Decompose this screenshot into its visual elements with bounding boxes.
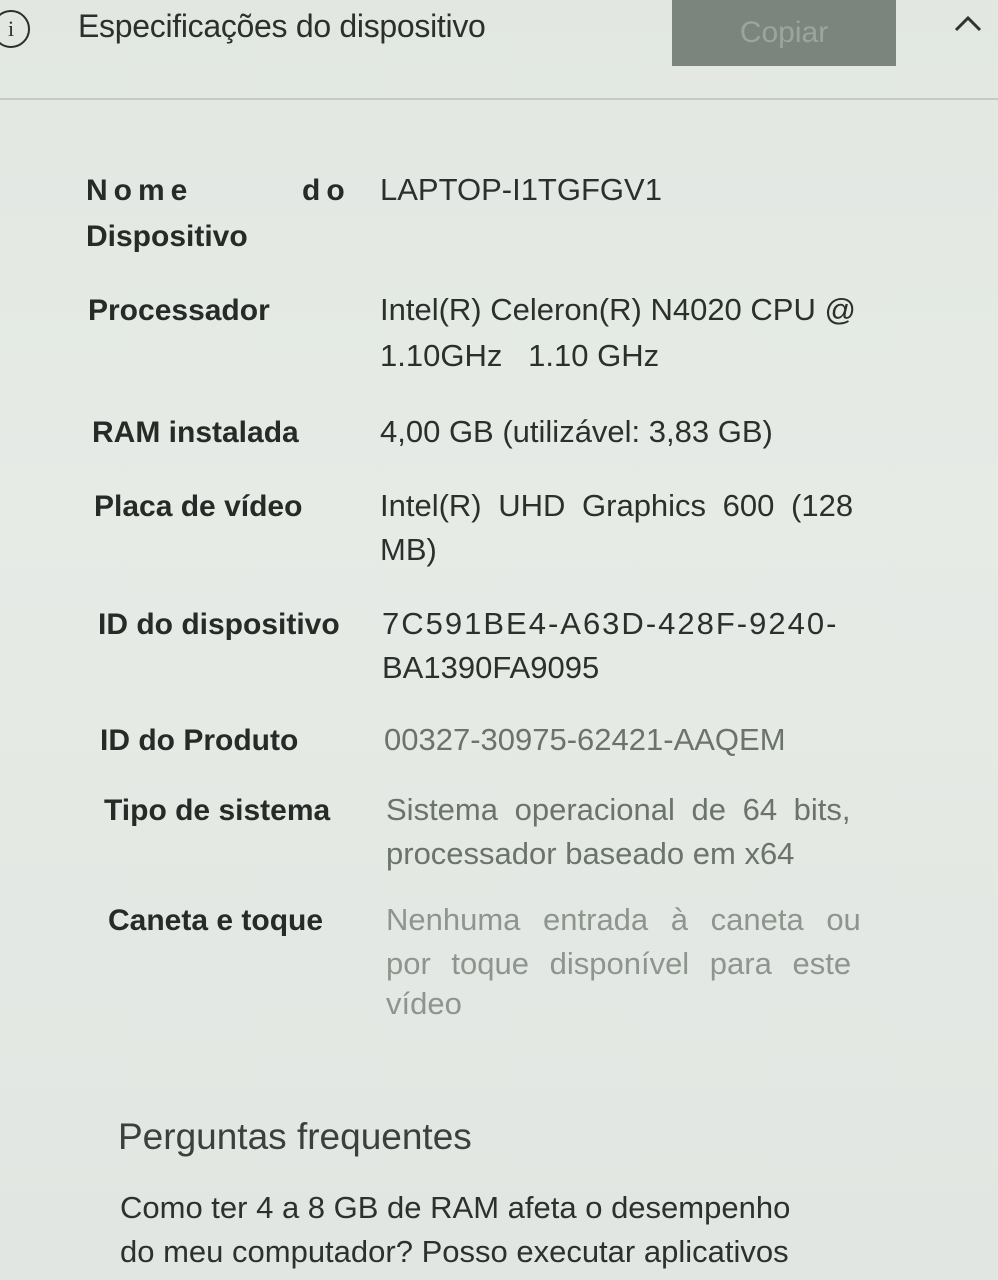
spec-value-graphics-line1: Intel(R) UHD Graphics 600 (128 [380, 488, 854, 523]
info-icon: i [0, 10, 30, 48]
faq-question-line1: Como ter 4 a 8 GB de RAM afeta o desempe… [120, 1190, 791, 1225]
faq-question-line2: do meu computador? Posso executar aplica… [120, 1234, 789, 1269]
spec-label-system-type: Tipo de sistema [104, 794, 331, 827]
spec-label-device-name-part1: Nome [86, 174, 194, 207]
spec-value-pen-touch-line2: por toque disponível para este [386, 946, 852, 981]
spec-value-pen-touch-line3: vídeo [386, 986, 462, 1021]
spec-label-graphics: Placa de vídeo [94, 490, 303, 523]
spec-label-ram: RAM instalada [92, 416, 299, 449]
spec-label-device-name-part3: Dispositivo [86, 220, 248, 253]
spec-value-ram: 4,00 GB (utilizável: 3,83 GB) [380, 414, 773, 449]
spec-label-device-id: ID do dispositivo [98, 608, 340, 641]
device-specs-header[interactable]: i Especificações do dispositivo Copiar [0, 0, 998, 100]
faq-question-link[interactable]: Como ter 4 a 8 GB de RAM afeta o desempe… [120, 1186, 880, 1274]
faq-title: Perguntas frequentes [118, 1116, 472, 1157]
spec-value-device-id-line2: BA1390FA9095 [382, 650, 600, 685]
spec-label-device-name-part2: do [302, 174, 351, 207]
spec-value-graphics-line2: MB) [380, 532, 437, 567]
spec-value-system-type-line2: processador baseado em x64 [386, 836, 795, 871]
section-title: Especificações do dispositivo [78, 8, 486, 44]
spec-value-pen-touch-line1: Nenhuma entrada à caneta ou [386, 902, 861, 937]
spec-label-pen-touch: Caneta e toque [108, 904, 324, 937]
spec-value-device-id-line1: 7C591BE4-A63D-428F-9240- [382, 606, 839, 641]
copy-button[interactable]: Copiar [672, 0, 896, 66]
spec-value-processor-line2: 1.10GHz 1.10 GHz [380, 338, 660, 373]
spec-value-device-name: LAPTOP-I1TGFGV1 [380, 172, 662, 207]
settings-page: i Especificações do dispositivo Copiar N… [0, 0, 998, 1280]
spec-value-processor-line1: Intel(R) Celeron(R) N4020 CPU @ [380, 292, 856, 327]
spec-value-product-id: 00327-30975-62421-AAQEM [384, 722, 786, 757]
spec-label-product-id: ID do Produto [100, 724, 299, 757]
spec-value-system-type-line1: Sistema operacional de 64 bits, [386, 792, 851, 827]
chevron-up-icon[interactable] [948, 8, 988, 38]
spec-label-processor: Processador [88, 294, 270, 327]
